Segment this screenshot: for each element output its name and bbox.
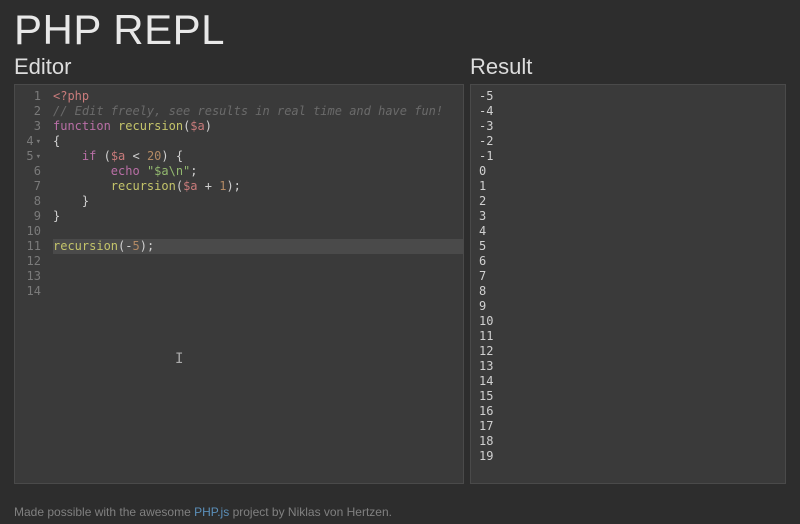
line-number: 10 [19,224,41,239]
line-number: 3 [19,119,41,134]
line-number: 12 [19,254,41,269]
code-line[interactable]: } [53,209,463,224]
line-number: 1 [19,89,41,104]
code-line[interactable]: echo "$a\n"; [53,164,463,179]
page-title: PHP REPL [14,6,786,54]
line-number: 8 [19,194,41,209]
code-line[interactable]: recursion($a + 1); [53,179,463,194]
line-number: 9 [19,209,41,224]
result-heading: Result [470,54,786,80]
line-number: 7 [19,179,41,194]
footer-text: Made possible with the awesome PHP.js pr… [14,505,392,519]
code-line[interactable]: recursion(-5); [53,239,463,254]
line-number: 5 [19,149,41,164]
code-line[interactable]: { [53,134,463,149]
line-number: 6 [19,164,41,179]
editor-area[interactable]: 1234567891011121314 <?php// Edit freely,… [14,84,464,484]
code-line[interactable]: if ($a < 20) { [53,149,463,164]
line-number: 4 [19,134,41,149]
editor-gutter: 1234567891011121314 [15,85,49,483]
phpjs-link[interactable]: PHP.js [194,505,229,519]
code-line[interactable]: <?php [53,89,463,104]
editor-code[interactable]: <?php// Edit freely, see results in real… [49,85,463,483]
code-line[interactable] [53,254,463,269]
editor-heading: Editor [14,54,464,80]
code-line[interactable] [53,284,463,299]
code-line[interactable] [53,269,463,284]
line-number: 11 [19,239,41,254]
result-output: -5 -4 -3 -2 -1 0 1 2 3 4 5 6 7 8 9 10 11… [470,84,786,484]
code-line[interactable] [53,224,463,239]
line-number: 14 [19,284,41,299]
line-number: 2 [19,104,41,119]
code-line[interactable]: // Edit freely, see results in real time… [53,104,463,119]
code-line[interactable]: } [53,194,463,209]
code-line[interactable]: function recursion($a) [53,119,463,134]
line-number: 13 [19,269,41,284]
